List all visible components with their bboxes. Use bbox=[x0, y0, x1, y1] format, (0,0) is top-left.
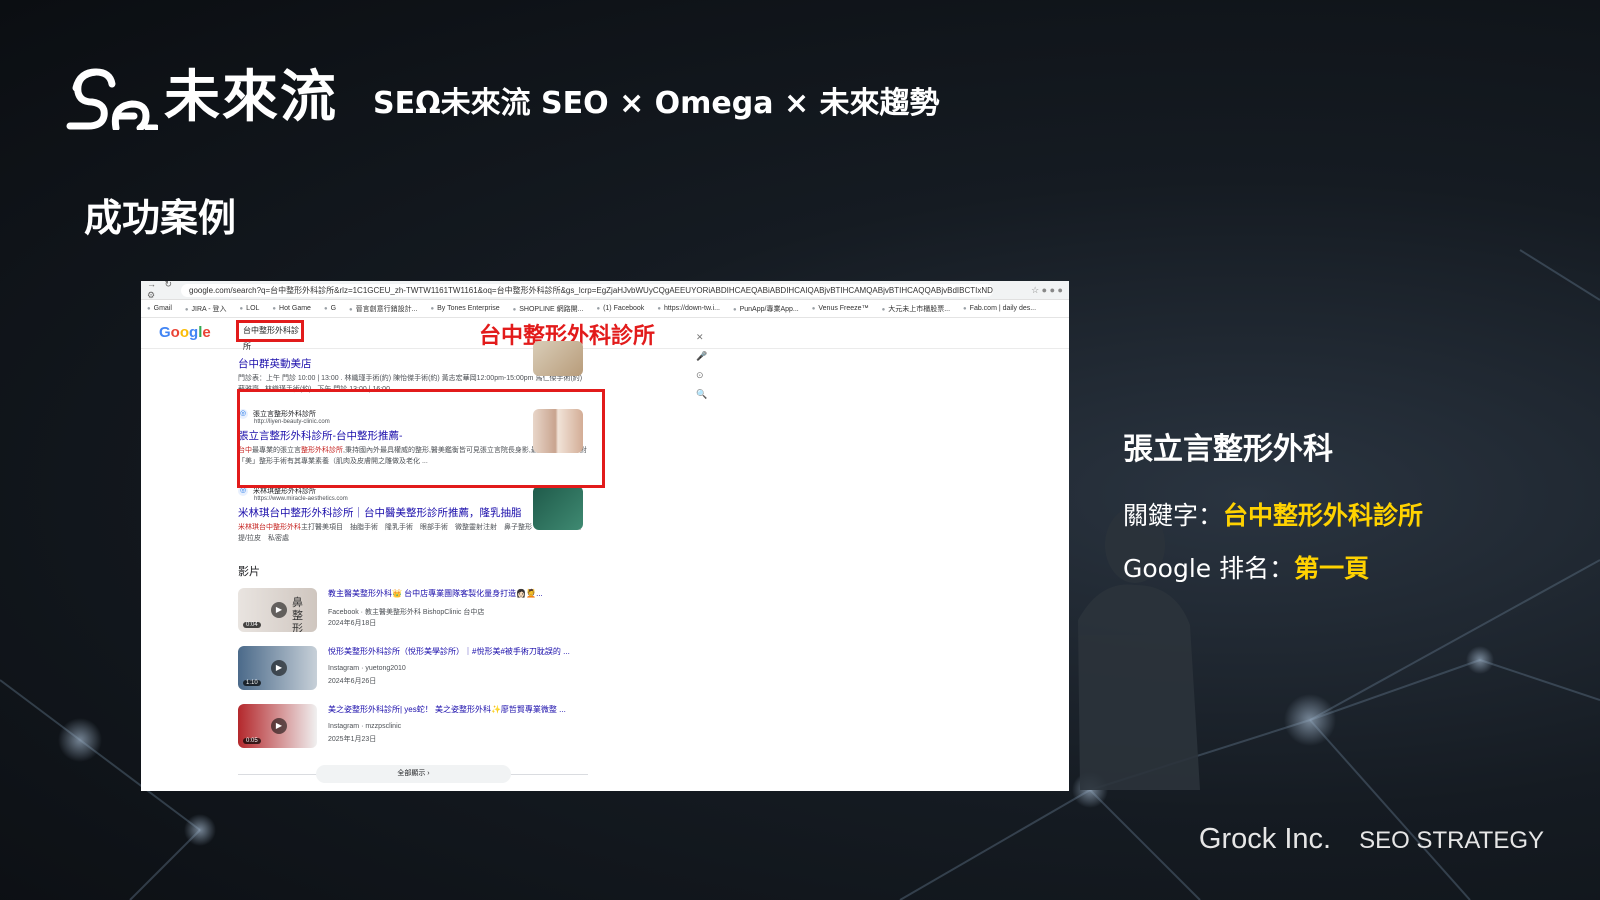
bookmark-item: PunApp/專業App... bbox=[733, 304, 799, 314]
video-thumbnail: ▶ 1:10 bbox=[238, 646, 317, 690]
play-icon: ▶ bbox=[271, 660, 287, 676]
case-name: 張立言整形外科 bbox=[1123, 432, 1333, 467]
video-duration: 0:05 bbox=[243, 738, 261, 744]
footer: Grock Inc. SEO STRATEGY bbox=[1199, 823, 1544, 856]
video-title: 教主醫美整形外科👑 台中店專業團隊客製化量身打造👩🏻💆... bbox=[328, 589, 543, 598]
search-result-screenshot: → ↻ ⚙ google.com/search?q=台中整形外科診所&rlz=1… bbox=[141, 281, 1069, 791]
video-result: ▶ 0:04 鼻整形 教主醫美整形外科👑 台中店專業團隊客製化量身打造👩🏻💆..… bbox=[238, 588, 588, 634]
video-duration: 0:04 bbox=[243, 622, 261, 628]
result-highlight-box bbox=[237, 389, 605, 488]
result-site-name: 米林琪整形外科診所 bbox=[253, 488, 316, 495]
video-source: Instagram · yuetong2010 bbox=[328, 665, 406, 672]
video-thumbnail: ▶ 0:04 鼻整形 bbox=[238, 588, 317, 632]
address-bar: → ↻ ⚙ google.com/search?q=台中整形外科診所&rlz=1… bbox=[141, 281, 1069, 300]
logo-text: 未來流 bbox=[164, 65, 338, 130]
result-thumbnail bbox=[533, 486, 583, 530]
video-source: Facebook · 教主醫美整形外科 BishopClinic 台中店 bbox=[328, 609, 485, 616]
video-duration: 1:10 bbox=[243, 680, 261, 686]
google-search-bar: 台中整形外科診所 台中整形外科診所 ✕ 🎤 ⊙ 🔍 bbox=[236, 320, 707, 399]
videos-heading: 影片 bbox=[238, 566, 260, 578]
bookmark-item: 晉言創意行銷設計... bbox=[349, 304, 418, 314]
bookmark-item: By Tones Enterprise bbox=[430, 305, 500, 312]
bookmark-item: G bbox=[324, 305, 336, 312]
bookmarks-bar: Gmail JIRA - 登入 LOL Hot Game G 晉言創意行銷設計.… bbox=[141, 300, 1069, 318]
bookmark-item: Hot Game bbox=[272, 305, 311, 312]
bookmark-item: 大元未上市櫃股票... bbox=[882, 304, 950, 314]
search-tool-icons: ✕ 🎤 ⊙ 🔍 bbox=[696, 332, 718, 399]
keyword-label: 關鍵字： bbox=[1123, 501, 1224, 530]
video-title: 悅形美整形外科診所（悅形美學診所）｜#悅形美#被手術刀耽誤的 ... bbox=[328, 647, 570, 656]
play-icon: ▶ bbox=[271, 602, 287, 618]
video-date: 2024年6月18日 bbox=[328, 620, 377, 627]
video-result: ▶ 1:10 悅形美整形外科診所（悅形美學診所）｜#悅形美#被手術刀耽誤的 ..… bbox=[238, 646, 588, 692]
show-all-button: 全部顯示 › bbox=[316, 765, 511, 783]
bookmark-item: Fab.com | daily des... bbox=[963, 305, 1036, 312]
search-query-box: 台中整形外科診所 bbox=[236, 320, 304, 351]
play-icon: ▶ bbox=[271, 718, 287, 734]
bookmark-item: JIRA - 登入 bbox=[185, 304, 227, 314]
snippet-highlight: 米林琪台中整形外科 bbox=[238, 524, 301, 532]
rank-label: Google 排名： bbox=[1123, 554, 1295, 583]
google-logo: Google bbox=[159, 324, 211, 341]
rank-row: Google 排名：第一頁 bbox=[1123, 552, 1369, 586]
video-thumb-text: 鼻整形 bbox=[292, 596, 303, 632]
rank-value: 第一頁 bbox=[1294, 554, 1370, 583]
seo-omega-logo-icon bbox=[66, 68, 158, 130]
section-title: 成功案例 bbox=[84, 196, 237, 240]
video-thumbnail: ▶ 0:05 bbox=[238, 704, 317, 748]
company-name: Grock Inc. bbox=[1198, 823, 1332, 855]
browser-nav-icons: → ↻ ⚙ bbox=[147, 281, 176, 300]
keyword-value: 台中整形外科診所 bbox=[1223, 501, 1424, 530]
keyword-row: 關鍵字：台中整形外科診所 bbox=[1123, 499, 1423, 533]
footer-tagline: SEO STRATEGY bbox=[1359, 827, 1544, 854]
video-result: ▶ 0:05 美之姿整形外科診所| yes蛇！ 美之姿整形外科✨廖哲賢專業微整 … bbox=[238, 704, 588, 750]
bookmark-item: https://down-tw.i... bbox=[657, 305, 720, 312]
bookmark-item: SHOPLINE 網路開... bbox=[513, 304, 583, 314]
video-date: 2024年6月26日 bbox=[328, 678, 377, 685]
bookmark-item: (1) Facebook bbox=[596, 305, 644, 312]
bookmark-item: Venus Freeze™ bbox=[812, 305, 868, 312]
url-text: google.com/search?q=台中整形外科診所&rlz=1C1GCEU… bbox=[181, 283, 993, 297]
video-source: Instagram · mzzpsclinic bbox=[328, 723, 402, 730]
result-thumbnail bbox=[533, 341, 583, 376]
video-title: 美之姿整形外科診所| yes蛇！ 美之姿整形外科✨廖哲賢專業微整 ... bbox=[328, 705, 566, 714]
video-date: 2025年1月23日 bbox=[328, 736, 377, 743]
bookmark-item: LOL bbox=[240, 305, 259, 312]
page-title: SEΩ未來流 SEO × Omega × 未來趨勢 bbox=[373, 86, 940, 121]
bookmark-item: Gmail bbox=[147, 305, 172, 312]
brand-logo: 未來流 bbox=[66, 66, 338, 130]
google-header: Google 台中整形外科診所 台中整形外科診所 ✕ 🎤 ⊙ 🔍 bbox=[141, 318, 1069, 399]
extension-icons: ☆ ● ● ● bbox=[1031, 284, 1063, 295]
